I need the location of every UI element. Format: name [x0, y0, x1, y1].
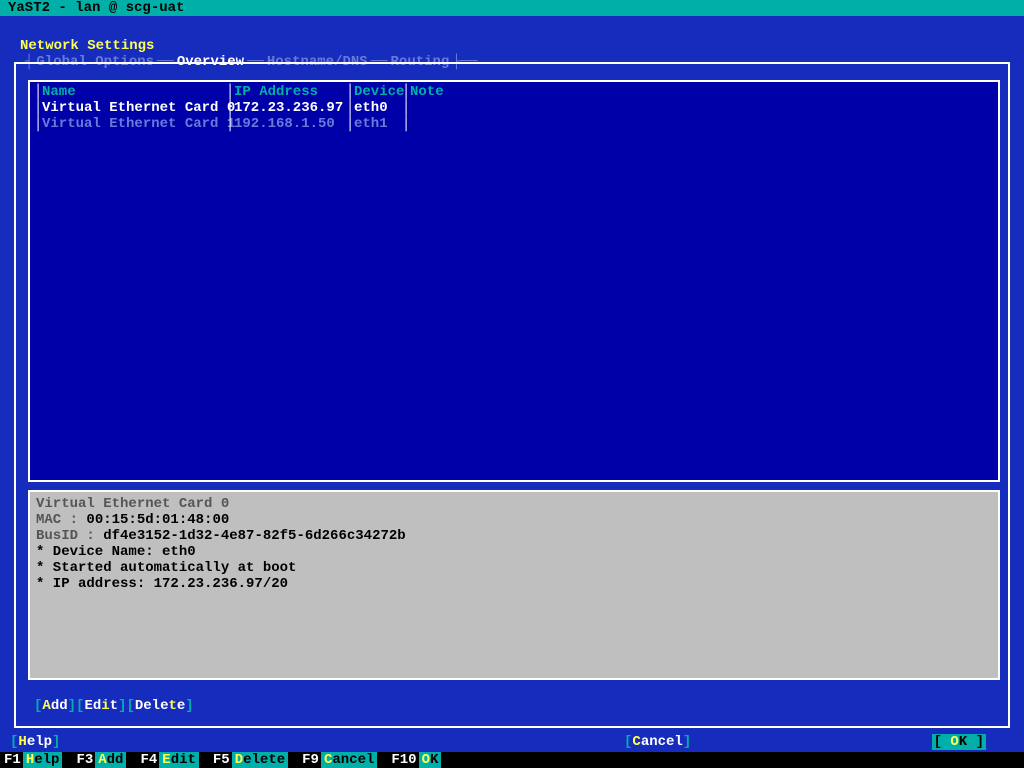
detail-device-name: * Device Name: eth0	[36, 544, 992, 560]
fkey-f3[interactable]: F3Add	[72, 752, 126, 768]
page-title: Network Settings	[20, 38, 154, 54]
fkey-num: F9	[298, 752, 321, 768]
fkey-f10[interactable]: F10OK	[387, 752, 441, 768]
fkey-f5[interactable]: F5Delete	[209, 752, 288, 768]
fkey-f9[interactable]: F9Cancel	[298, 752, 377, 768]
detail-mac-label: MAC :	[36, 512, 86, 528]
fkey-f4[interactable]: F4Edit	[136, 752, 198, 768]
col-ip: IP Address	[234, 84, 346, 100]
col-device: Device	[354, 84, 402, 100]
fkey-label: Cancel	[321, 752, 377, 768]
interface-detail: Virtual Ethernet Card 0 MAC : 00:15:5d:0…	[28, 490, 1000, 680]
detail-boot: * Started automatically at boot	[36, 560, 992, 576]
ok-button[interactable]: [ OK ]	[932, 734, 986, 750]
edit-button[interactable]: Edit	[84, 698, 118, 714]
col-note: Note	[410, 84, 450, 100]
table-header: │ Name │ IP Address │ Device │ Note	[34, 84, 450, 100]
fkey-label: Delete	[232, 752, 288, 768]
col-name: Name	[42, 84, 226, 100]
fkey-num: F1	[0, 752, 23, 768]
app: Network Settings ┤ Global Options ── Ove…	[0, 16, 1024, 752]
fkey-label: Add	[95, 752, 126, 768]
bottom-buttons: [Help] [Cancel] [ OK ]	[10, 734, 990, 750]
table-row[interactable]: │ Virtual Ethernet Card 0 │ 172.23.236.9…	[34, 100, 450, 116]
delete-button[interactable]: Delete	[135, 698, 185, 714]
titlebar: YaST2 - lan @ scg-uat	[0, 0, 1024, 16]
crud-buttons: [Add][Edit][Delete]	[34, 698, 194, 714]
main-frame: │ Name │ IP Address │ Device │ Note │ Vi…	[14, 62, 1010, 728]
add-button[interactable]: Add	[42, 698, 67, 714]
detail-mac: 00:15:5d:01:48:00	[86, 512, 229, 528]
detail-title: Virtual Ethernet Card 0	[36, 496, 992, 512]
fkey-f1[interactable]: F1Help	[0, 752, 62, 768]
cancel-button[interactable]: [Cancel]	[624, 734, 691, 750]
fkey-num: F5	[209, 752, 232, 768]
detail-busid: df4e3152-1d32-4e87-82f5-6d266c34272b	[103, 528, 405, 544]
fkey-label: Help	[23, 752, 63, 768]
fkey-num: F10	[387, 752, 418, 768]
fkey-label: OK	[419, 752, 442, 768]
fkey-num: F3	[72, 752, 95, 768]
table-row[interactable]: │ Virtual Ethernet Card 1 │ 192.168.1.50…	[34, 116, 450, 132]
fkey-num: F4	[136, 752, 159, 768]
detail-busid-label: BusID :	[36, 528, 103, 544]
fkey-bar: F1Help F3Add F4Edit F5Delete F9Cancel F10OK	[0, 752, 1024, 768]
detail-ip: * IP address: 172.23.236.97/20	[36, 576, 992, 592]
interface-table[interactable]: │ Name │ IP Address │ Device │ Note │ Vi…	[28, 80, 1000, 482]
help-button[interactable]: [Help]	[10, 734, 60, 750]
fkey-label: Edit	[159, 752, 199, 768]
